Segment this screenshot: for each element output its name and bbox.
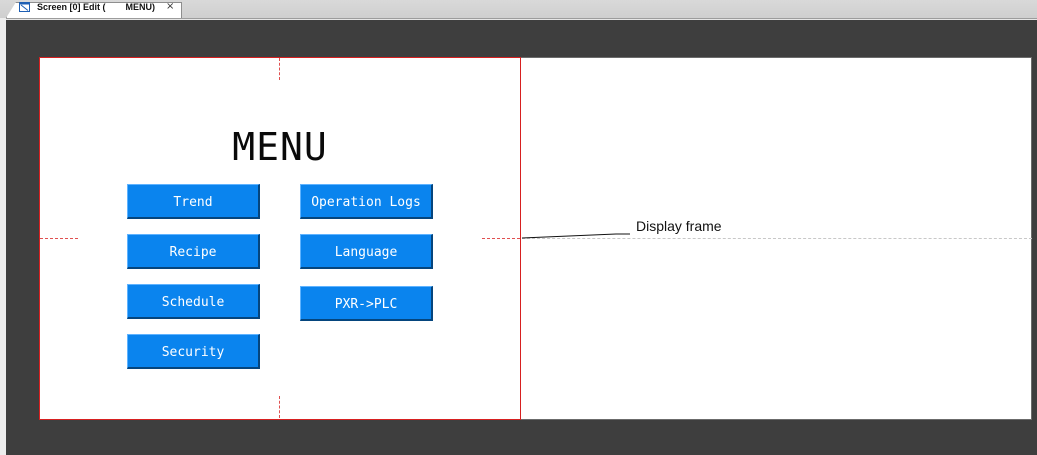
security-button[interactable]: Security	[127, 334, 260, 369]
display-frame[interactable]	[39, 57, 521, 420]
screen-edit-icon	[19, 2, 30, 12]
center-guide-left	[40, 238, 78, 239]
document-tab-bar: Screen [0] Edit ( MENU) ×	[0, 0, 1037, 19]
center-guide-top	[279, 58, 280, 80]
pxr-plc-button[interactable]: PXR->PLC	[300, 286, 433, 321]
editor-window: Screen [0] Edit ( MENU) × MENU Trend Ope…	[0, 0, 1037, 455]
display-frame-callout-label: Display frame	[636, 218, 722, 234]
center-guide-line-outside	[522, 238, 1032, 239]
schedule-button[interactable]: Schedule	[127, 284, 260, 319]
tab-close-icon[interactable]: ×	[166, 0, 174, 14]
screen-title: MENU	[232, 125, 328, 169]
tab-label: Screen [0] Edit ( MENU)	[37, 2, 156, 12]
language-button[interactable]: Language	[300, 234, 433, 269]
operation-logs-button[interactable]: Operation Logs	[300, 184, 433, 219]
trend-button[interactable]: Trend	[127, 184, 260, 219]
center-guide-bottom	[279, 396, 280, 418]
recipe-button[interactable]: Recipe	[127, 234, 260, 269]
center-guide-right	[482, 238, 520, 239]
